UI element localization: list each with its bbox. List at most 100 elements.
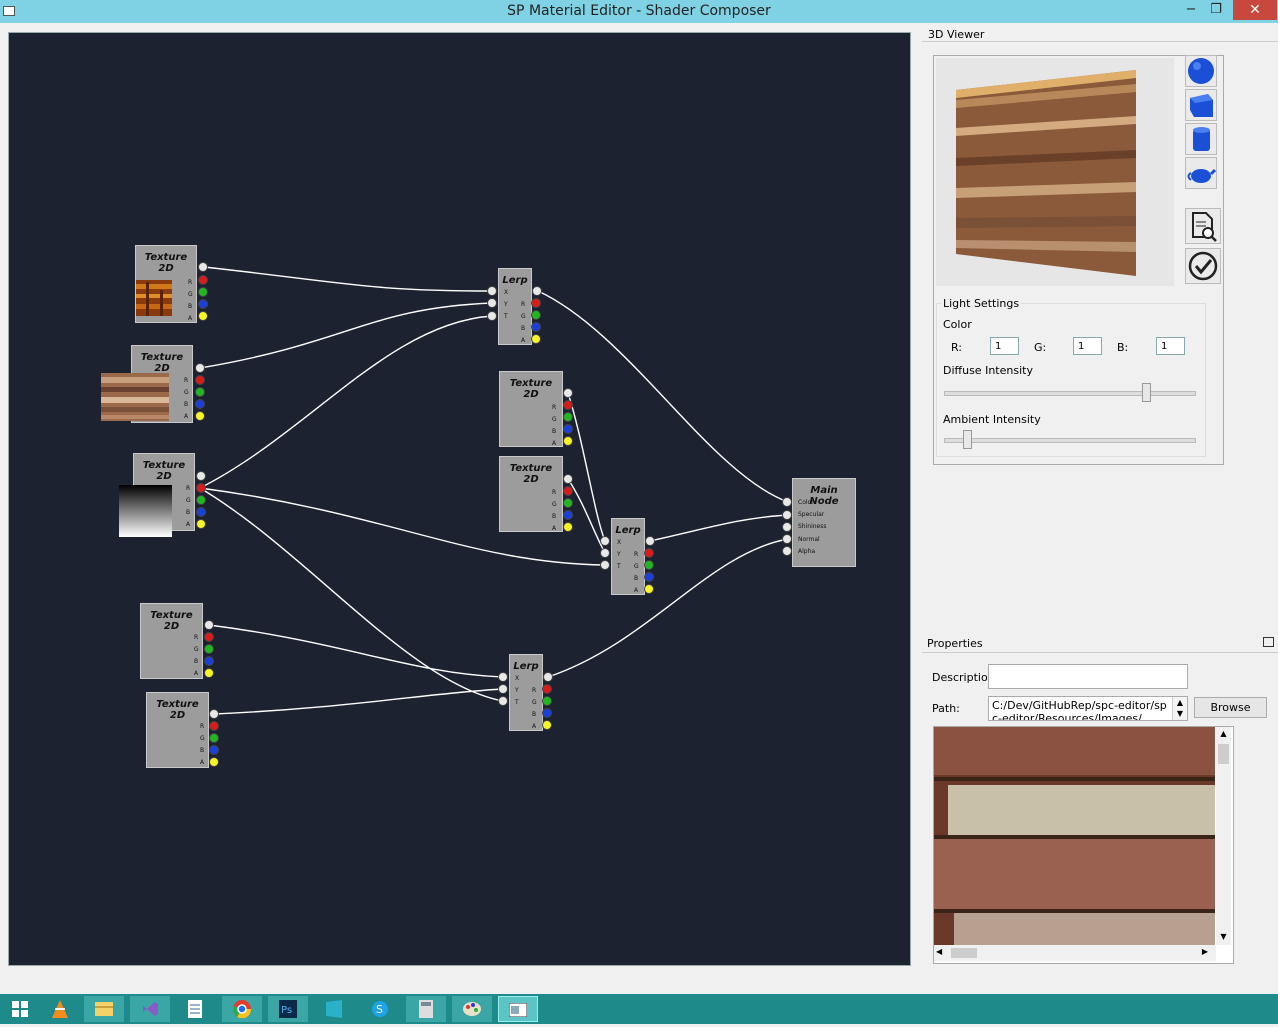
node-graph-canvas[interactable]: Texture 2D R G B A Texture 2D R G B A Te… bbox=[8, 32, 911, 966]
output-port-r[interactable] bbox=[198, 275, 208, 285]
path-scroll-arrows[interactable]: ▲ ▼ bbox=[1172, 697, 1187, 720]
output-port-g[interactable] bbox=[563, 498, 573, 508]
output-port-g[interactable] bbox=[209, 733, 219, 743]
output-port-g[interactable] bbox=[563, 412, 573, 422]
input-port-x[interactable] bbox=[498, 672, 508, 682]
output-port-r[interactable] bbox=[563, 486, 573, 496]
input-port-y[interactable] bbox=[600, 548, 610, 558]
output-port-b[interactable] bbox=[196, 507, 206, 517]
r-input[interactable]: 1 bbox=[990, 337, 1019, 355]
scroll-thumb[interactable] bbox=[1218, 744, 1229, 764]
output-port-a[interactable] bbox=[209, 757, 219, 767]
output-port-g[interactable] bbox=[204, 644, 214, 654]
output-port-b[interactable] bbox=[531, 322, 541, 332]
output-port-rgb[interactable] bbox=[196, 471, 206, 481]
output-port-b[interactable] bbox=[198, 299, 208, 309]
main-node[interactable]: Main Node Color Specular Shininess Norma… bbox=[792, 478, 856, 567]
input-port-color[interactable] bbox=[782, 497, 792, 507]
diffuse-slider-handle[interactable] bbox=[1141, 383, 1151, 402]
output-port-b[interactable] bbox=[563, 510, 573, 520]
input-port-t[interactable] bbox=[487, 311, 497, 321]
output-port-rgb[interactable] bbox=[563, 388, 573, 398]
texture-node-7[interactable]: Texture 2D R G B A bbox=[499, 456, 563, 532]
output-port-b[interactable] bbox=[195, 399, 205, 409]
diffuse-intensity-slider[interactable] bbox=[944, 391, 1196, 396]
float-panel-icon[interactable] bbox=[1263, 637, 1274, 647]
chrome-taskbar-button[interactable] bbox=[222, 996, 262, 1022]
sphere-button[interactable] bbox=[1185, 55, 1217, 87]
output-port-a[interactable] bbox=[204, 668, 214, 678]
texture-node-4[interactable]: Texture 2D R G B A bbox=[140, 603, 203, 679]
3d-viewport[interactable] bbox=[936, 58, 1174, 286]
description-input[interactable] bbox=[988, 664, 1188, 689]
calculator-taskbar-button[interactable] bbox=[406, 996, 446, 1022]
output-port-r[interactable] bbox=[204, 632, 214, 642]
input-port-y[interactable] bbox=[487, 298, 497, 308]
output-port-rgb[interactable] bbox=[563, 474, 573, 484]
cube-button[interactable] bbox=[1185, 89, 1217, 121]
visual-studio-taskbar-button[interactable] bbox=[130, 996, 170, 1022]
input-port-x[interactable] bbox=[487, 286, 497, 296]
input-port-x[interactable] bbox=[600, 536, 610, 546]
output-port-a[interactable] bbox=[531, 334, 541, 344]
close-button[interactable]: ✕ bbox=[1233, 0, 1277, 20]
lerp-node-3[interactable]: Lerp X Y T R G B A bbox=[509, 654, 543, 731]
output-port-rgb[interactable] bbox=[645, 536, 655, 546]
b-input[interactable]: 1 bbox=[1156, 337, 1185, 355]
output-port-r[interactable] bbox=[542, 684, 552, 694]
inspect-shader-button[interactable] bbox=[1185, 208, 1221, 244]
teapot-button[interactable] bbox=[1185, 157, 1217, 189]
output-port-b[interactable] bbox=[644, 572, 654, 582]
output-port-b[interactable] bbox=[542, 708, 552, 718]
output-port-rgb[interactable] bbox=[204, 620, 214, 630]
vertical-scrollbar[interactable]: ▲ ▼ bbox=[1216, 727, 1231, 945]
input-port-t[interactable] bbox=[498, 696, 508, 706]
scroll-left-arrow[interactable]: ◀ bbox=[936, 947, 942, 956]
photoshop-taskbar-button[interactable]: Ps bbox=[268, 996, 308, 1022]
lerp-node-1[interactable]: Lerp X Y T R G B A bbox=[498, 268, 532, 345]
output-port-a[interactable] bbox=[644, 584, 654, 594]
input-port-shininess[interactable] bbox=[782, 522, 792, 532]
output-port-rgb[interactable] bbox=[543, 672, 553, 682]
output-port-rgb[interactable] bbox=[532, 286, 542, 296]
output-port-a[interactable] bbox=[198, 311, 208, 321]
notepad-taskbar-button[interactable] bbox=[176, 996, 216, 1022]
file-explorer-taskbar-button[interactable] bbox=[84, 996, 124, 1022]
input-port-specular[interactable] bbox=[782, 510, 792, 520]
store-taskbar-button[interactable] bbox=[314, 996, 354, 1022]
vlc-taskbar-button[interactable] bbox=[40, 996, 80, 1022]
active-app-taskbar-button[interactable] bbox=[498, 996, 538, 1022]
output-port-r[interactable] bbox=[644, 548, 654, 558]
skype-taskbar-button[interactable]: S bbox=[360, 996, 400, 1022]
output-port-r[interactable] bbox=[195, 375, 205, 385]
output-port-a[interactable] bbox=[196, 519, 206, 529]
ambient-intensity-slider[interactable] bbox=[944, 438, 1196, 443]
output-port-a[interactable] bbox=[563, 436, 573, 446]
windows-start-button[interactable] bbox=[0, 996, 40, 1022]
input-port-normal[interactable] bbox=[782, 534, 792, 544]
restore-button[interactable]: ❐ bbox=[1203, 0, 1229, 20]
output-port-a[interactable] bbox=[195, 411, 205, 421]
output-port-a[interactable] bbox=[542, 720, 552, 730]
output-port-b[interactable] bbox=[204, 656, 214, 666]
output-port-rgb[interactable] bbox=[195, 363, 205, 373]
ambient-slider-handle[interactable] bbox=[963, 430, 973, 449]
output-port-rgb[interactable] bbox=[198, 262, 208, 272]
output-port-rgb[interactable] bbox=[209, 709, 219, 719]
scroll-thumb[interactable] bbox=[951, 948, 977, 958]
output-port-g[interactable] bbox=[195, 387, 205, 397]
lerp-node-2[interactable]: Lerp X Y T R G B A bbox=[611, 518, 645, 595]
cylinder-button[interactable] bbox=[1185, 123, 1217, 155]
texture-node-5[interactable]: Texture 2D R G B A bbox=[146, 692, 209, 768]
compile-button[interactable] bbox=[1185, 248, 1221, 284]
output-port-r[interactable] bbox=[563, 400, 573, 410]
output-port-r[interactable] bbox=[209, 721, 219, 731]
output-port-g[interactable] bbox=[531, 310, 541, 320]
output-port-a[interactable] bbox=[563, 522, 573, 532]
paint-taskbar-button[interactable] bbox=[452, 996, 492, 1022]
output-port-g[interactable] bbox=[198, 287, 208, 297]
output-port-b[interactable] bbox=[563, 424, 573, 434]
output-port-g[interactable] bbox=[196, 495, 206, 505]
input-port-t[interactable] bbox=[600, 560, 610, 570]
output-port-r[interactable] bbox=[196, 483, 206, 493]
